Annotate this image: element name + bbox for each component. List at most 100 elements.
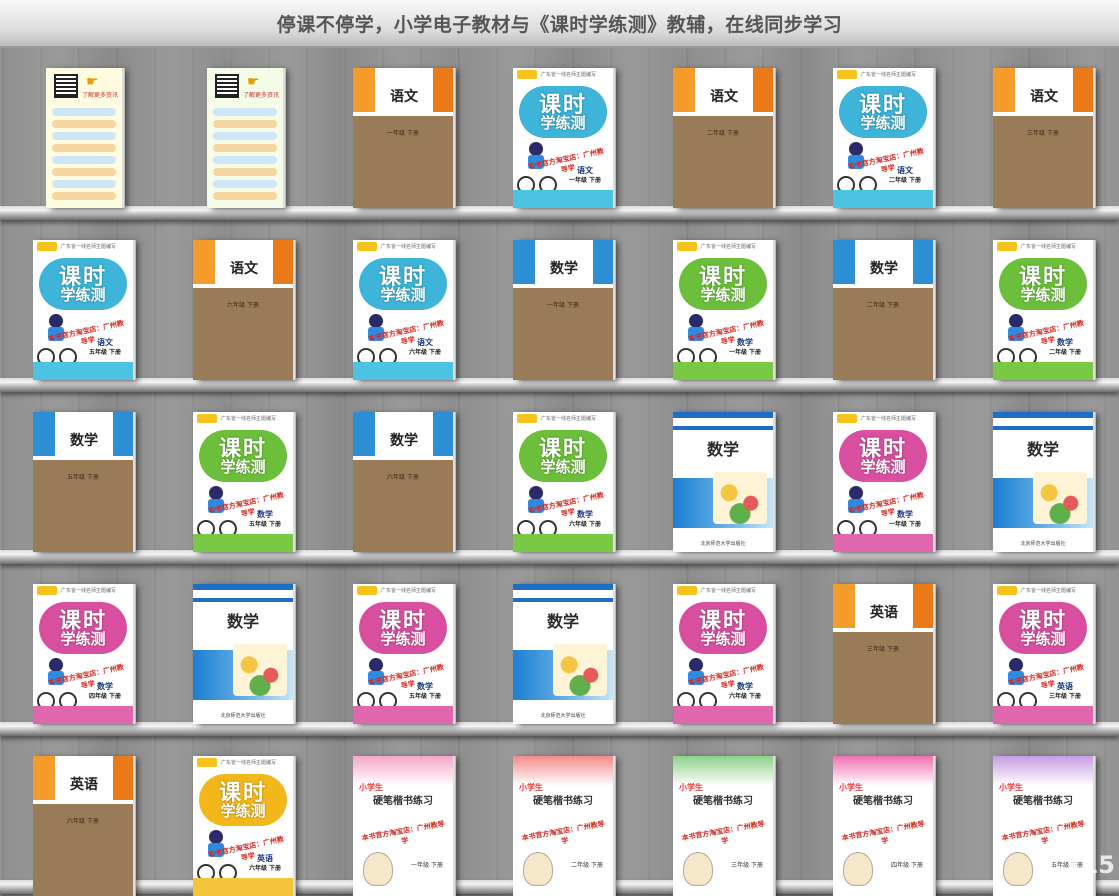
- book-grade: 三年级 下册: [731, 862, 763, 869]
- book-grade: 三年级 下册: [1027, 130, 1059, 137]
- book-title: 数学: [870, 261, 898, 277]
- cover-stripe: [673, 112, 773, 116]
- boy-head: [849, 142, 863, 156]
- cover-bottom-band: [193, 534, 293, 552]
- book-cover[interactable]: 语文 二年级 下册: [673, 68, 773, 208]
- book-cover[interactable]: 数学 六年级 下册: [353, 412, 453, 552]
- book-cover[interactable]: 数学北京师范大学出版社: [993, 412, 1093, 552]
- shelf-board: [0, 550, 1119, 564]
- publisher-logo: [837, 414, 857, 423]
- cover-badge: 广东省一线名师主题编写: [221, 416, 277, 422]
- cover-header: [193, 584, 293, 590]
- book-cover[interactable]: 小学生 硬笔楷书练习 本书官方淘宝店：广州教导学 四年级 下册: [833, 756, 933, 896]
- page-title: 停课不停学，小学电子教材与《课时学练测》教辅，在线同步学习: [276, 13, 843, 36]
- book-title: 数学: [706, 440, 739, 459]
- book-cover[interactable]: 数学 一年级 下册: [513, 240, 613, 380]
- boy-head: [849, 486, 863, 500]
- flyer-band: [52, 132, 116, 140]
- book-cover[interactable]: 语文 一年级 下册: [353, 68, 453, 208]
- book-cover[interactable]: 语文 六年级 下册: [193, 240, 293, 380]
- publisher-logo: [197, 414, 217, 423]
- kid-illustration: [523, 852, 553, 886]
- kid-illustration: [363, 852, 393, 886]
- promo-text: 本书官方淘宝店：广州教导学: [521, 819, 606, 846]
- book-cover[interactable]: 广东省一线名师主题编写 课时 学练测 本书官方淘宝店：广州教导学 数学 二年级 下册: [993, 240, 1093, 380]
- book-cover[interactable]: 广东省一线名师主题编写 课时 学练测 本书官方淘宝店：广州教导学 数学 四年级 下册: [33, 584, 133, 724]
- book-cover[interactable]: 广东省一线名师主题编写 课时 学练测 本书官方淘宝店：广州教导学 语文 五年级 下册: [33, 240, 133, 380]
- cover-stripe: [353, 456, 453, 460]
- publisher-logo: [517, 414, 537, 423]
- boy-head: [689, 658, 703, 672]
- cover-bottom-band: [33, 706, 133, 724]
- cover-bottom-band: [513, 534, 613, 552]
- book-cover[interactable]: 英语 三年级 下册: [833, 584, 933, 724]
- book-cover[interactable]: 数学 北京师范大学出版社: [193, 584, 293, 724]
- book-cover[interactable]: 广东省一线名师主题编写 课时 学练测 本书官方淘宝店：广州教导学 数学 一年级 下册: [833, 412, 933, 552]
- book-cover[interactable]: 数学 五年级 下册: [33, 412, 133, 552]
- series-subtitle: 学练测: [700, 630, 746, 648]
- book-cover[interactable]: 广东省一线名师主题编写 课时 学练测 本书官方淘宝店：广州教导学 语文 一年级 下册: [513, 68, 613, 208]
- series-subtitle: 学练测: [860, 458, 906, 476]
- publisher-logo: [837, 70, 857, 79]
- book-cover[interactable]: 小学生 硬笔楷书练习 本书官方淘宝店：广州教导学 三年级 下册: [673, 756, 773, 896]
- flyer-band: [213, 120, 277, 128]
- book-grade: 二年级 下册: [888, 177, 922, 184]
- book-cover[interactable]: 小学生 硬笔楷书练习 本书官方淘宝店：广州教导学 一年级 下册: [353, 756, 453, 896]
- cover-header-stripe: [193, 598, 293, 602]
- flyer-band: [213, 108, 277, 116]
- book-title: 数学: [226, 612, 259, 631]
- book-cover[interactable]: 广东省一线名师主题编写 课时 学练测 本书官方淘宝店：广州教导学 英语 六年级 下册: [193, 756, 293, 896]
- cover-stripe: [353, 112, 453, 116]
- promo-text: 本书官方淘宝店：广州教导学: [841, 819, 926, 846]
- cover-header-stripe: [993, 426, 1093, 430]
- cover-bottom-band: [993, 706, 1093, 724]
- book-cover[interactable]: 数学 北京师范大学出版社: [673, 412, 773, 552]
- book-cover[interactable]: 广东省一线名师主题编写 课时 学练测 本书官方淘宝店：广州教导学 数学 五年级 下册: [353, 584, 453, 724]
- book-cover[interactable]: 数学 北京师范大学出版社: [513, 584, 613, 724]
- book-grade: 一年级 下册: [888, 521, 922, 528]
- book-title: 数学: [70, 433, 98, 449]
- book-cover[interactable]: 广东省一线名师主题编写 课时 学练测 本书官方淘宝店：广州教导学 数学 六年级 下册: [513, 412, 613, 552]
- book-cover[interactable]: 广东省一线名师主题编写 课时 学练测 本书官方淘宝店：广州教导学 数学 一年级 下册: [673, 240, 773, 380]
- book-cover[interactable]: 广东省一线名师主题编写 课时 学练测 本书官方淘宝店：广州教导学 语文 六年级 下册: [353, 240, 453, 380]
- promo-text: 本书官方淘宝店：广州教导学: [361, 819, 446, 846]
- book-cover[interactable]: 英语 六年级 下册: [33, 756, 133, 896]
- cover-accent: [273, 240, 293, 284]
- book-title: 数学: [390, 433, 418, 449]
- cover-accent: [433, 412, 453, 456]
- flyer-band: [52, 180, 116, 188]
- book-cover[interactable]: 广东省一线名师主题编写 课时 学练测 本书官方淘宝店：广州教导学 语文 二年级 下册: [833, 68, 933, 208]
- series-subtitle: 学练测: [220, 802, 266, 820]
- book-cover[interactable]: ☛ 了解更多资讯: [46, 68, 122, 208]
- book-title: 硬笔楷书练习: [533, 796, 593, 807]
- cover-badge: 广东省一线名师主题编写: [1021, 244, 1077, 250]
- book-grade: 五年级 下册: [67, 474, 99, 481]
- book-cover[interactable]: 小学生 硬笔楷书练习 本书官方淘宝店：广州教导学 二年级 下册: [513, 756, 613, 896]
- series-subtitle: 学练测: [220, 458, 266, 476]
- flyer-tag: 了解更多资讯: [82, 92, 119, 99]
- flyer-band: [52, 144, 116, 152]
- boy-head: [689, 314, 703, 328]
- boy-head: [369, 658, 383, 672]
- book-cover[interactable]: 语文 三年级 下册: [993, 68, 1093, 208]
- book-cover[interactable]: 广东省一线名师主题编写 课时 学练测 本书官方淘宝店：广州教导学 英语 三年级 下册: [993, 584, 1093, 724]
- boy-head: [209, 830, 223, 844]
- book-cover[interactable]: ☛ 了解更多资讯: [207, 68, 283, 208]
- book-grade: 六年级 下册: [227, 302, 259, 309]
- book-title: 硬笔楷书练习: [853, 796, 913, 807]
- book-cover[interactable]: 广东省一线名师主题编写 课时 学练测 本书官方淘宝店：广州教导学 数学 六年级 下册: [673, 584, 773, 724]
- cover-bottom-band: [353, 706, 453, 724]
- book-grade: 三年级 下册: [1048, 693, 1082, 700]
- book-cover[interactable]: 广东省一线名师主题编写 课时 学练测 本书官方淘宝店：广州教导学 数学 五年级 下册: [193, 412, 293, 552]
- cover-badge: 广东省一线名师主题编写: [221, 760, 277, 766]
- publisher-logo: [37, 242, 57, 251]
- book-cover[interactable]: 数学 二年级 下册: [833, 240, 933, 380]
- cover-accent: [513, 240, 535, 284]
- book-grade: 六年级 下册: [408, 349, 442, 356]
- pointing-hand-icon: ☛: [247, 74, 260, 90]
- publisher-name: 北京师范大学出版社: [1020, 541, 1066, 547]
- cover-bottom-band: [33, 362, 133, 380]
- book-title: 数学: [1026, 440, 1059, 459]
- cover-badge: 广东省一线名师主题编写: [381, 244, 437, 250]
- cover-badge: 广东省一线名师主题编写: [541, 72, 597, 78]
